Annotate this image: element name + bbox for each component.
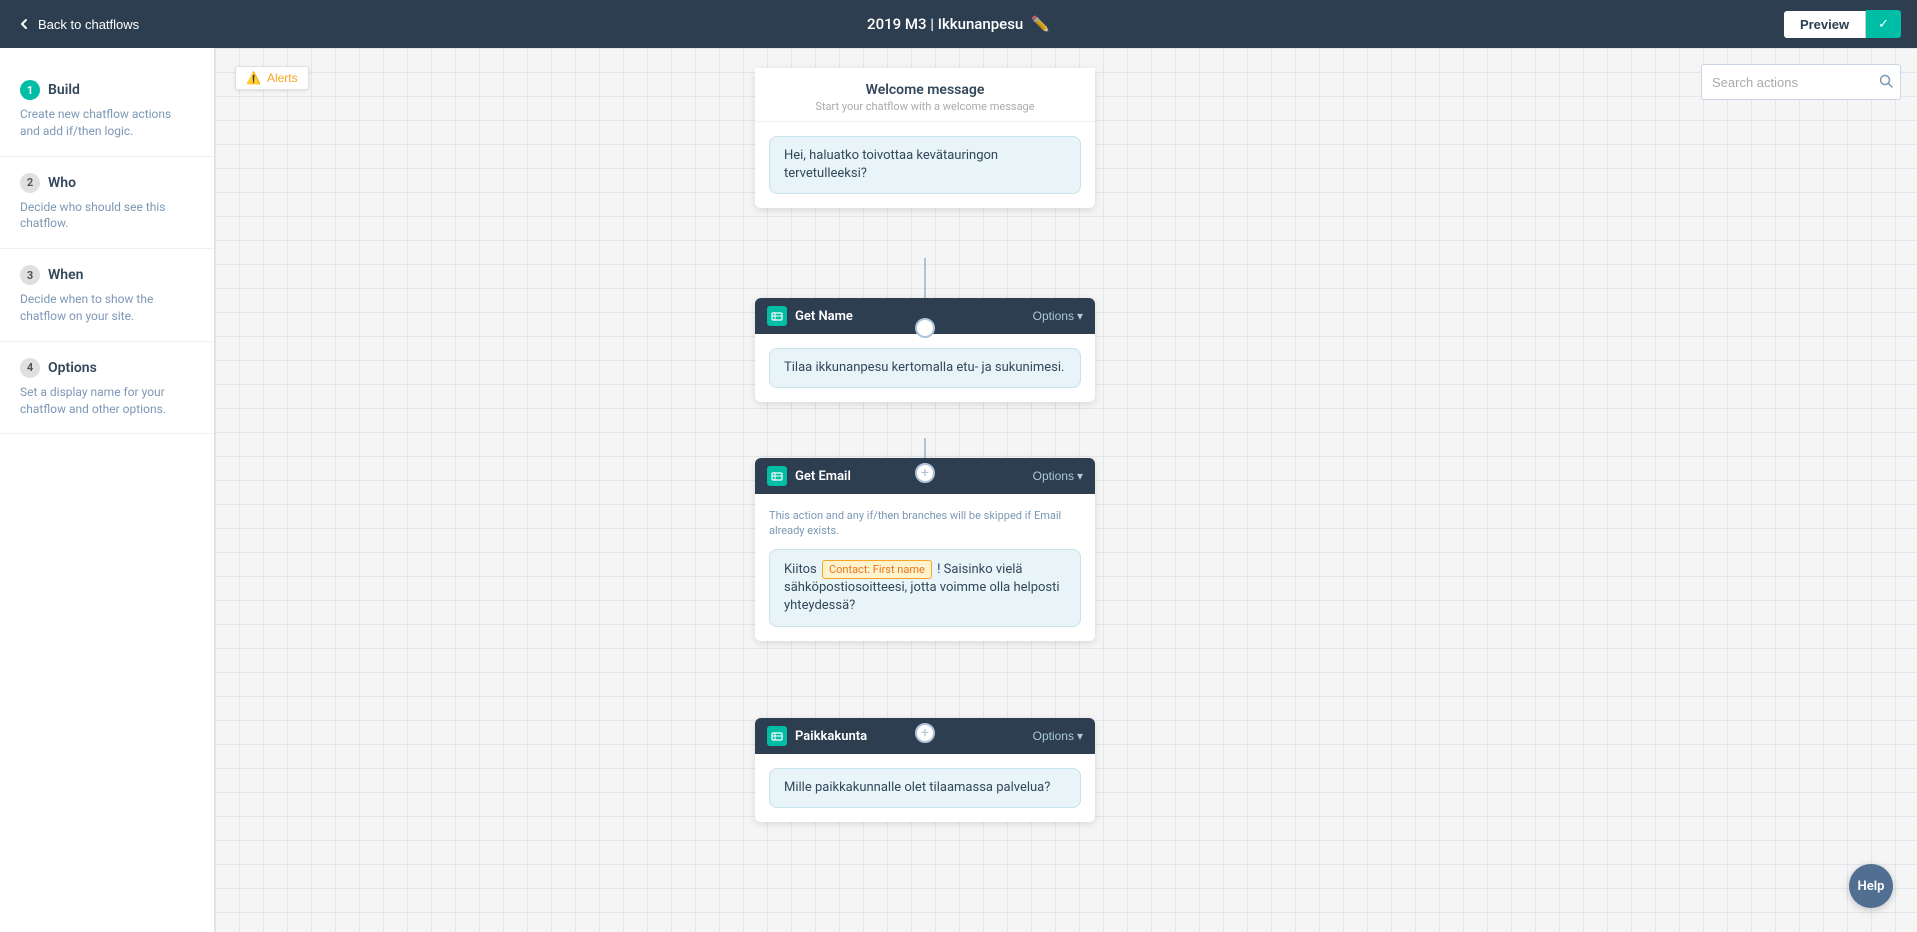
help-button[interactable]: Help xyxy=(1849,864,1893,908)
add-step-button-3[interactable]: + xyxy=(915,723,935,743)
back-label: Back to chatflows xyxy=(38,17,139,32)
get-email-node-icon xyxy=(767,466,787,486)
step-num-1: 1 xyxy=(20,80,40,100)
get-name-options-button[interactable]: Options ▾ xyxy=(1033,309,1083,323)
canvas-content: Welcome message Start your chatflow with… xyxy=(215,48,1615,932)
main-layout: 1 Build Create new chatflow actions and … xyxy=(0,48,1917,932)
sidebar-step-who[interactable]: 2 Who Decide who should see this chatflo… xyxy=(0,157,214,250)
alerts-label: Alerts xyxy=(267,71,298,85)
get-email-options-button[interactable]: Options ▾ xyxy=(1033,469,1083,483)
search-button[interactable] xyxy=(1879,74,1893,91)
chevron-down-icon: ▾ xyxy=(1077,309,1083,323)
step-desc-build: Create new chatflow actions and add if/t… xyxy=(20,106,194,140)
preview-button[interactable]: Preview xyxy=(1784,11,1866,38)
step-num-4: 4 xyxy=(20,358,40,378)
get-email-options-label: Options xyxy=(1033,469,1074,483)
get-name-options-label: Options xyxy=(1033,309,1074,323)
welcome-subtitle: Start your chatflow with a welcome messa… xyxy=(771,100,1079,113)
get-name-title: Get Name xyxy=(795,309,853,324)
step-label-when: When xyxy=(48,267,83,283)
email-msg-before: Kiitos xyxy=(784,562,817,577)
add-step-button-1 xyxy=(915,318,935,338)
alert-triangle-icon: ⚠️ xyxy=(246,71,261,85)
get-email-node[interactable]: Get Email Options ▾ This action and any … xyxy=(755,458,1095,641)
flow-title: 2019 M3 | Ikkunanpesu xyxy=(867,15,1023,33)
get-name-message-bubble: Tilaa ikkunanpesu kertomalla etu- ja suk… xyxy=(769,348,1081,388)
step-desc-who: Decide who should see this chatflow. xyxy=(20,199,194,233)
get-name-title-area: Get Name xyxy=(767,306,853,326)
top-navigation: Back to chatflows 2019 M3 | Ikkunanpesu … xyxy=(0,0,1917,48)
get-email-message-bubble: Kiitos Contact: First name ! Saisinko vi… xyxy=(769,549,1081,627)
paikkakunta-title-area: Paikkakunta xyxy=(767,726,867,746)
sidebar-step-build[interactable]: 1 Build Create new chatflow actions and … xyxy=(0,64,214,157)
paikkakunta-node-icon xyxy=(767,726,787,746)
alerts-button[interactable]: ⚠️ Alerts xyxy=(235,66,309,90)
welcome-message-bubble: Hei, haluatko toivottaa kevätauringon te… xyxy=(769,136,1081,194)
welcome-node[interactable]: Welcome message Start your chatflow with… xyxy=(755,68,1095,208)
chevron-down-icon-paikkakunta: ▾ xyxy=(1077,729,1083,743)
sidebar: 1 Build Create new chatflow actions and … xyxy=(0,48,215,932)
sidebar-step-when[interactable]: 3 When Decide when to show the chatflow … xyxy=(0,249,214,342)
back-to-chatflows-button[interactable]: Back to chatflows xyxy=(16,16,139,32)
back-arrow-icon xyxy=(16,16,32,32)
step-num-3: 3 xyxy=(20,265,40,285)
action-buttons: Preview ✓ xyxy=(1784,10,1901,38)
sidebar-step-options[interactable]: 4 Options Set a display name for your ch… xyxy=(0,342,214,435)
paikkakunta-message-bubble: Mille paikkakunnalle olet tilaamassa pal… xyxy=(769,768,1081,808)
step-label-who: Who xyxy=(48,175,76,191)
step-label-options: Options xyxy=(48,360,97,376)
get-email-title: Get Email xyxy=(795,469,851,484)
step-label-build: Build xyxy=(48,82,80,98)
get-name-body: Tilaa ikkunanpesu kertomalla etu- ja suk… xyxy=(755,334,1095,402)
canvas-area[interactable]: ⚠️ Alerts xyxy=(215,48,1917,932)
paikkakunta-title: Paikkakunta xyxy=(795,729,867,744)
paikkakunta-options-button[interactable]: Options ▾ xyxy=(1033,729,1083,743)
get-email-title-area: Get Email xyxy=(767,466,851,486)
add-step-button-2[interactable]: + xyxy=(915,463,935,483)
search-actions-container xyxy=(1701,64,1901,100)
paikkakunta-options-label: Options xyxy=(1033,729,1074,743)
contact-first-name-token[interactable]: Contact: First name xyxy=(822,560,932,579)
get-email-note: This action and any if/then branches wil… xyxy=(769,508,1081,539)
welcome-header: Welcome message Start your chatflow with… xyxy=(755,68,1095,122)
welcome-title: Welcome message xyxy=(771,82,1079,98)
step-num-2: 2 xyxy=(20,173,40,193)
paikkakunta-body: Mille paikkakunnalle olet tilaamassa pal… xyxy=(755,754,1095,822)
title-area: 2019 M3 | Ikkunanpesu ✏️ xyxy=(867,15,1050,33)
publish-check-icon: ✓ xyxy=(1878,16,1889,32)
get-name-node[interactable]: Get Name Options ▾ Tilaa ikkunanpesu ker… xyxy=(755,298,1095,402)
search-icon xyxy=(1879,74,1893,88)
get-email-body: This action and any if/then branches wil… xyxy=(755,494,1095,641)
chevron-down-icon-email: ▾ xyxy=(1077,469,1083,483)
edit-title-icon[interactable]: ✏️ xyxy=(1031,15,1050,33)
publish-button[interactable]: ✓ xyxy=(1866,10,1901,38)
step-desc-options: Set a display name for your chatflow and… xyxy=(20,384,194,418)
get-name-node-icon xyxy=(767,306,787,326)
search-input[interactable] xyxy=(1701,64,1901,100)
step-desc-when: Decide when to show the chatflow on your… xyxy=(20,291,194,325)
welcome-body: Hei, haluatko toivottaa kevätauringon te… xyxy=(755,122,1095,208)
